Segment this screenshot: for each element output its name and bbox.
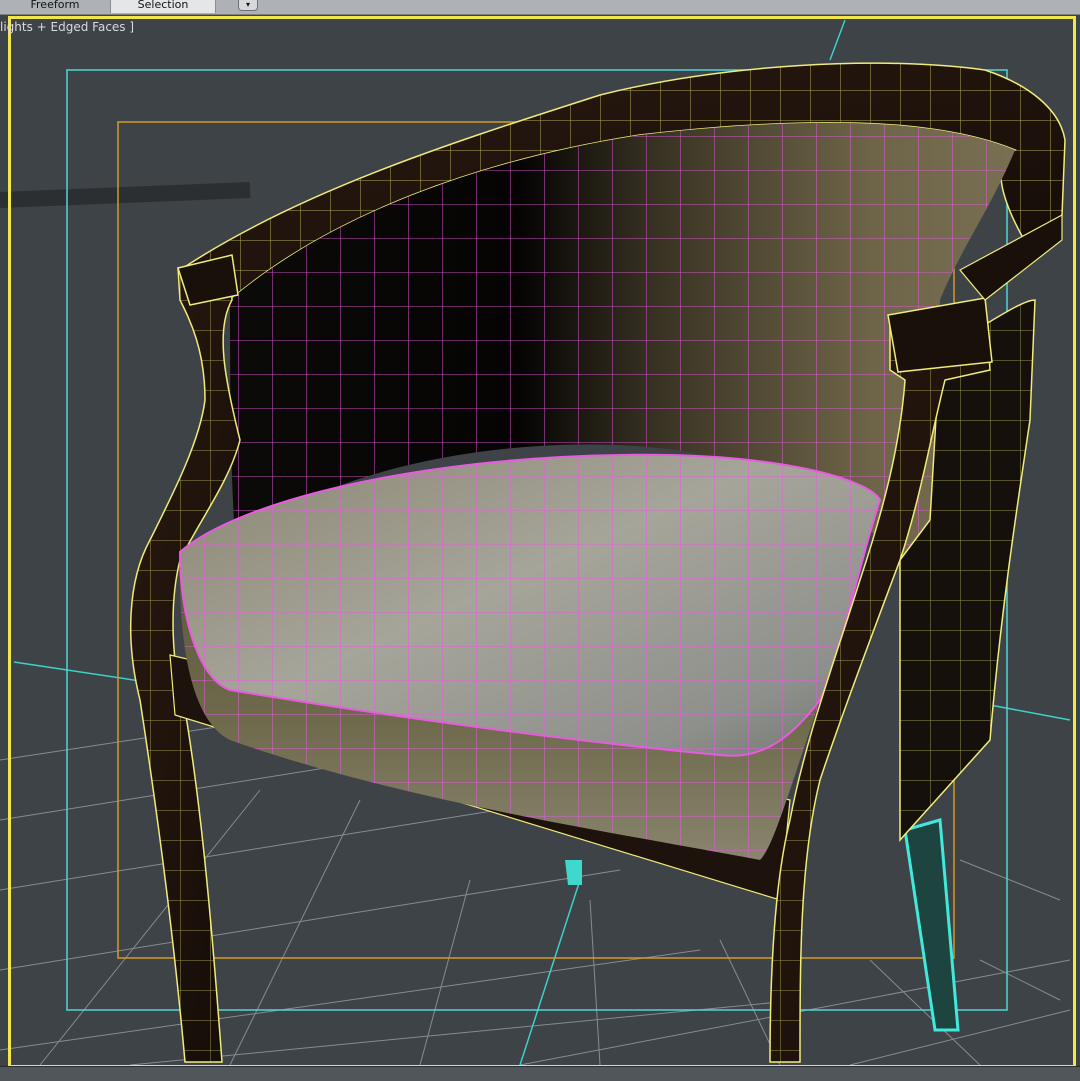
- viewport-scene: [0, 19, 1071, 1066]
- rear-leg: [903, 818, 960, 1032]
- viewport-shading-label[interactable]: lights + Edged Faces ]: [0, 20, 134, 34]
- left-arm-cap: [177, 254, 239, 306]
- bottom-bar: [0, 1066, 1080, 1081]
- seat-cushion: [178, 453, 882, 860]
